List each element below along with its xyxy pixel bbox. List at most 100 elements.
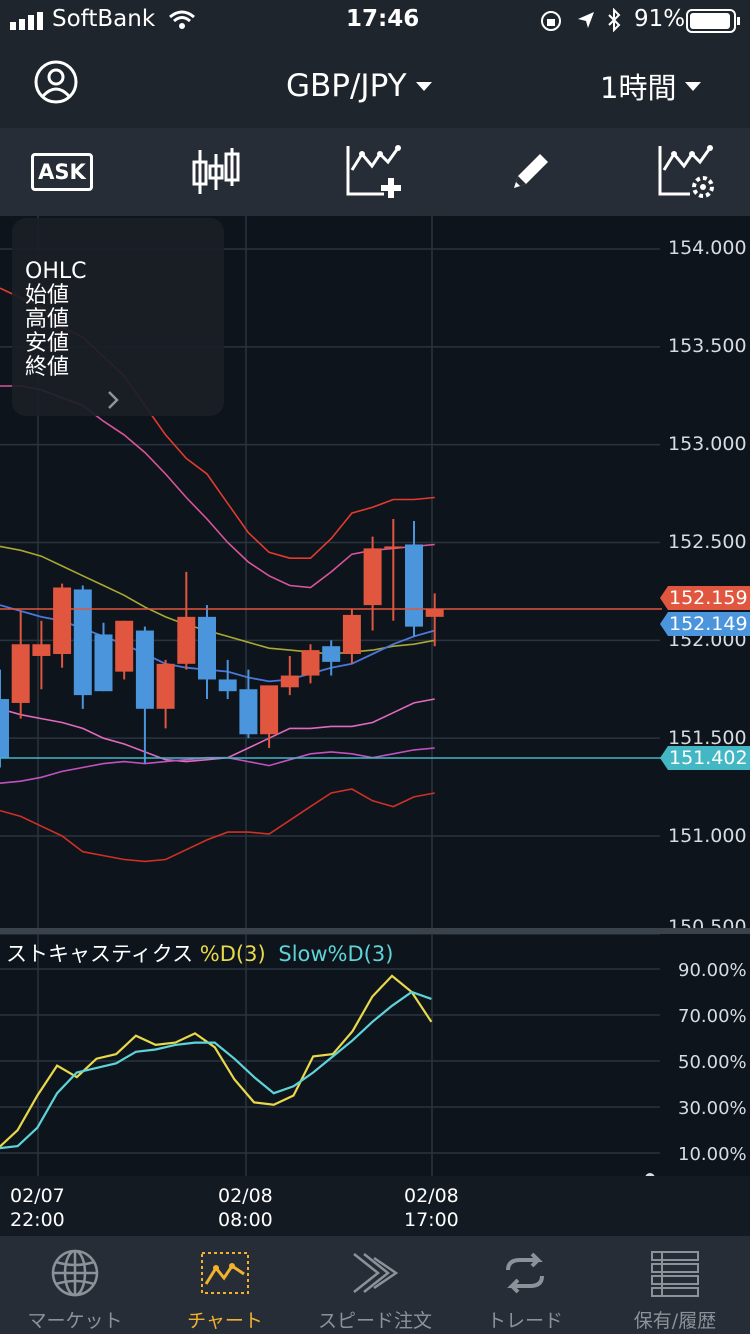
time-label-time: 17:00	[404, 1209, 459, 1231]
stochastic-axis-label: 50.00%	[678, 1052, 747, 1073]
stochastic-slow-label: Slow%D(3)	[278, 942, 394, 966]
battery-percent: 91%	[634, 6, 686, 32]
globe-icon	[51, 1249, 99, 1297]
account-icon[interactable]	[34, 60, 78, 104]
stochastic-axis-label: 70.00%	[678, 1006, 747, 1027]
tab-market[interactable]: マーケット	[0, 1236, 150, 1334]
chart-toolbar: ASK	[0, 128, 750, 216]
pair-label: GBP/JPY	[286, 68, 407, 104]
speed-arrow-icon	[353, 1253, 399, 1293]
bollinger-band-line	[0, 698, 435, 763]
time-label: 02/08 17:00	[404, 1184, 459, 1232]
ask-label: ASK	[31, 153, 93, 191]
exchange-icon	[506, 1252, 544, 1294]
time-label: 02/07 22:00	[10, 1184, 65, 1232]
horizontal-line-value: 151.402	[669, 747, 748, 769]
ask-price-tag: 152.159	[660, 586, 750, 610]
stochastic-axis: 90.00% 70.00% 50.00% 30.00% 10.00%	[662, 932, 750, 1172]
tab-holdings-history[interactable]: 保有/履歴	[600, 1236, 750, 1334]
pane-divider	[0, 928, 750, 934]
stochastic-axis-label: 10.00%	[678, 1144, 747, 1165]
price-axis: 154.000 153.500 153.000 152.500 152.000 …	[662, 216, 750, 928]
candle-body	[239, 689, 258, 735]
ohlc-title: OHLC	[25, 259, 87, 284]
draw-button[interactable]	[498, 142, 562, 202]
bid-price-value: 152.149	[669, 613, 748, 635]
ohlc-low-label: 安値	[25, 331, 70, 356]
candle-body	[177, 616, 196, 664]
tab-trade-label: トレード	[486, 1310, 563, 1332]
pencil-icon	[514, 154, 548, 188]
pair-selector[interactable]: GBP/JPY	[286, 66, 433, 106]
price-axis-label: 151.000	[668, 825, 747, 847]
time-axis: 02/07 22:00 02/08 08:00 02/08 17:00	[0, 1176, 750, 1234]
bollinger-band-line	[0, 788, 435, 863]
clock: 17:46	[346, 6, 420, 32]
time-label-date: 02/08	[218, 1185, 273, 1207]
candle-body	[301, 650, 320, 676]
tab-speed-order-label: スピード注文	[317, 1310, 432, 1332]
candle-body	[384, 546, 403, 549]
candle-body	[0, 699, 9, 758]
bottom-tab-bar: マーケット チャート スピード注文 トレード 保有/履歴	[0, 1236, 750, 1334]
add-indicator-button[interactable]	[342, 142, 406, 202]
bid-price-tag: 152.149	[660, 612, 750, 636]
price-axis-label: 153.000	[668, 433, 747, 455]
list-icon	[651, 1251, 699, 1297]
candle-body	[198, 616, 216, 680]
wifi-icon	[169, 10, 195, 29]
candle-body	[115, 620, 134, 672]
candle-body	[342, 614, 361, 655]
chart-icon	[201, 1252, 249, 1294]
timeframe-selector[interactable]: 1時間	[600, 66, 702, 106]
candle-body	[322, 646, 341, 662]
timeframe-label: 1時間	[600, 71, 677, 105]
indicator-settings-button[interactable]	[654, 142, 718, 202]
ohlc-high-label: 高値	[25, 307, 70, 332]
chevron-down-icon	[415, 82, 432, 91]
add-indicator-icon	[346, 145, 401, 198]
candle-body	[73, 589, 92, 696]
candle-body	[280, 675, 299, 688]
battery-icon	[686, 9, 740, 33]
time-label-time: 22:00	[10, 1209, 65, 1231]
stochastic-d-label: %D(3)	[199, 942, 266, 966]
ask-price-value: 152.159	[669, 587, 748, 609]
chart-area[interactable]: OHLC 始値 高値 安値 終値 154.000 153.500 153.000…	[0, 216, 750, 1234]
tab-trade[interactable]: トレード	[450, 1236, 600, 1334]
status-bar: SoftBank 17:46 91%	[0, 0, 750, 42]
price-axis-label: 153.500	[668, 335, 747, 357]
candle-body	[94, 634, 113, 692]
ohlc-open-label: 始値	[25, 283, 70, 308]
indicator-settings-icon	[658, 145, 714, 198]
candle-body	[32, 644, 51, 656]
ask-toggle-button[interactable]: ASK	[30, 142, 94, 202]
tab-chart-label: チャート	[187, 1310, 263, 1332]
horizontal-line-tag: 151.402	[660, 746, 750, 770]
candle-body	[156, 663, 175, 709]
candle-body	[218, 679, 237, 692]
candle-body	[363, 548, 382, 606]
time-label-time: 08:00	[218, 1209, 273, 1231]
stochastic-legend: ストキャスティクス %D(3) Slow%D(3)	[6, 938, 393, 968]
candle-body	[260, 685, 279, 735]
candle-body	[405, 544, 423, 627]
tab-speed-order[interactable]: スピード注文	[300, 1236, 450, 1334]
chevron-right-icon[interactable]	[106, 390, 120, 410]
bollinger-band-line	[0, 747, 435, 784]
rotation-lock-icon	[541, 11, 561, 31]
candle-body	[425, 609, 444, 617]
chevron-down-icon	[685, 82, 702, 91]
time-label-date: 02/07	[10, 1185, 65, 1207]
location-icon	[578, 12, 594, 28]
tab-chart[interactable]: チャート	[150, 1236, 300, 1334]
app-header: GBP/JPY 1時間	[0, 42, 750, 128]
price-axis-label: 154.000	[668, 237, 747, 259]
candle-body	[11, 644, 30, 703]
tab-holdings-history-label: 保有/履歴	[633, 1310, 717, 1332]
price-axis-label: 152.500	[668, 531, 747, 553]
ohlc-close-label: 終値	[25, 355, 70, 380]
ohlc-panel[interactable]: OHLC 始値 高値 安値 終値	[12, 218, 224, 416]
chart-type-button[interactable]	[184, 142, 248, 202]
signal-icon	[10, 12, 43, 30]
